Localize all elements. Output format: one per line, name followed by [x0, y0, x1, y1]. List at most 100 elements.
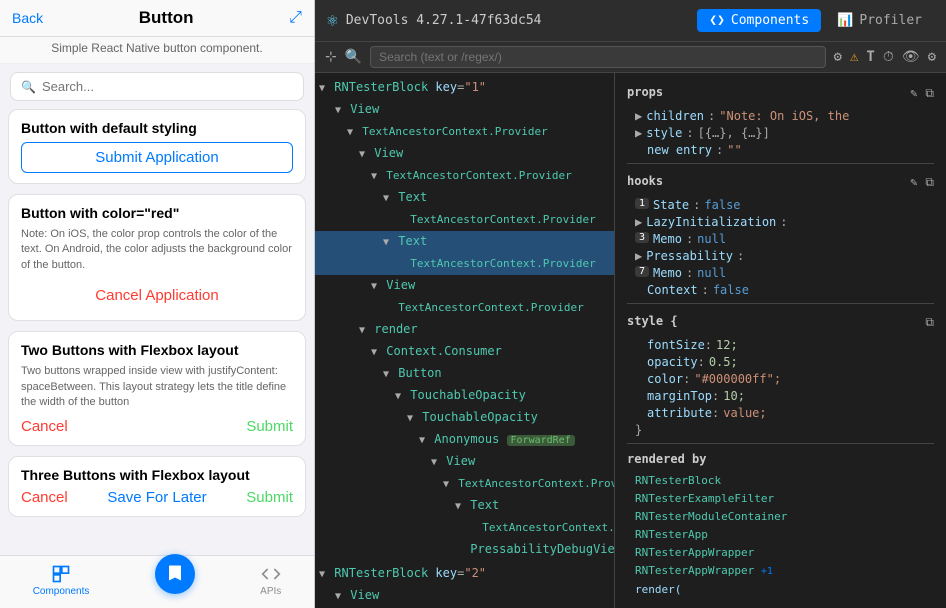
hook-num-7: 7	[635, 266, 649, 277]
tree-node-view-1[interactable]: ▼ View	[315, 99, 614, 121]
submit-button-flex[interactable]: Submit	[246, 418, 293, 435]
section-title-2: Button with color="red"	[21, 205, 293, 221]
search-toolbar-icon[interactable]: 🔍	[345, 49, 362, 65]
hook-val-memo7: null	[697, 266, 726, 280]
devtools-search-input[interactable]	[370, 46, 825, 68]
flexbox-row-3: Cancel Save For Later Submit	[21, 489, 293, 506]
section-desc-2: Note: On iOS, the color prop controls th…	[21, 227, 293, 273]
hook-key-pressability: Pressability	[646, 249, 733, 263]
warning-icon[interactable]: ⚠	[850, 49, 858, 65]
style-opacity: opacity : 0.5;	[627, 355, 934, 369]
submit-button-3[interactable]: Submit	[246, 489, 293, 506]
hook-memo-3: 3 Memo : null	[627, 232, 934, 246]
tree-node-textancestor-inner[interactable]: ▼ TextAncestorContext.Provider	[315, 473, 614, 495]
prop-children: ▶ children : "Note: On iOS, the	[627, 109, 934, 123]
clipboard-hooks-icon[interactable]: ⧉	[925, 175, 934, 190]
style-key-color: color	[647, 372, 683, 386]
tree-node-rntesterblock-2[interactable]: ▼ RNTesterBlock key="2"	[315, 563, 614, 585]
style-close-brace: }	[627, 423, 934, 437]
tree-node-view-bottom[interactable]: ▼ View	[315, 585, 614, 607]
tree-node-render[interactable]: ▼ render	[315, 319, 614, 341]
rendered-item-4[interactable]: RNTesterApp	[627, 526, 934, 544]
rendered-item-1[interactable]: RNTesterBlock	[627, 472, 934, 490]
back-button[interactable]: Back	[12, 10, 43, 26]
bookmark-center[interactable]	[155, 564, 195, 604]
rendered-item-6[interactable]: RNTesterAppWrapper +1	[627, 562, 934, 581]
tree-node-textancestor-deepest[interactable]: TextAncestorContext.Provider	[315, 517, 614, 539]
tab-components-devtools[interactable]: ❮❯ Components	[697, 9, 821, 32]
prop-edit-icons: ✎ ⧉	[910, 86, 934, 101]
tree-node-context-consumer[interactable]: ▼ Context.Consumer	[315, 341, 614, 363]
tab-apis-label: APIs	[260, 586, 281, 597]
hook-key-lazyinit: LazyInitialization	[646, 215, 776, 229]
hook-num-3: 3	[635, 232, 649, 243]
tree-node-view-anon[interactable]: ▼ View	[315, 451, 614, 473]
tree-node-button[interactable]: ▼ Button	[315, 363, 614, 385]
tree-node-view-3[interactable]: ▼ View	[315, 275, 614, 297]
prop-expand-arrow[interactable]: ▶	[635, 109, 642, 123]
prop-val-children: "Note: On iOS, the	[719, 109, 849, 123]
tree-node-textancestor-1[interactable]: ▼ TextAncestorContext.Provider	[315, 121, 614, 143]
rendered-item-2[interactable]: RNTesterExampleFilter	[627, 490, 934, 508]
prop-style: ▶ style : [{…}, {…}]	[627, 126, 934, 140]
copy-hooks-icon[interactable]: ✎	[910, 175, 917, 190]
rendered-render-link[interactable]: render(	[627, 581, 934, 599]
copy-style-icon[interactable]: ⧉	[925, 315, 934, 330]
submit-application-button[interactable]: Submit Application	[21, 142, 293, 173]
eye-icon[interactable]: 👁	[902, 49, 920, 65]
gear-icon[interactable]: ⚙	[928, 49, 936, 65]
tree-node-rntesterblock-1[interactable]: ▼ RNTesterBlock key="1"	[315, 77, 614, 99]
style-separator	[627, 303, 934, 304]
tree-arrow[interactable]: ▼	[319, 83, 325, 94]
tab-profiler-devtools[interactable]: 📊 Profiler	[825, 9, 934, 32]
react-logo-icon: ⚛	[327, 10, 338, 31]
tree-node-pressability-debug[interactable]: PressabilityDebugView	[315, 539, 614, 561]
search-icon: 🔍	[21, 80, 36, 94]
hook-num-1: 1	[635, 198, 649, 209]
clipboard-icon[interactable]: ⧉	[925, 86, 934, 101]
tree-node-textancestor-3[interactable]: TextAncestorContext.Provider	[315, 209, 614, 231]
tree-node-text-1[interactable]: ▼ Text	[315, 187, 614, 209]
prop-val-style: [{…}, {…}]	[698, 126, 770, 140]
tree-node-touchableopacity-2[interactable]: ▼ TouchableOpacity	[315, 407, 614, 429]
hooks-header: hooks ✎ ⧉	[627, 170, 934, 194]
clock-icon[interactable]: ⏱	[883, 49, 894, 65]
profiler-tab-label: Profiler	[859, 13, 922, 28]
search-input[interactable]	[42, 79, 293, 94]
tree-node-touchableopacity-1[interactable]: ▼ TouchableOpacity	[315, 385, 614, 407]
tree-node-textancestor-5[interactable]: TextAncestorContext.Provider	[315, 297, 614, 319]
style-key-opacity: opacity	[647, 355, 698, 369]
save-for-later-button[interactable]: Save For Later	[107, 489, 206, 506]
cancel-button-3[interactable]: Cancel	[21, 489, 68, 506]
tab-components[interactable]: Components	[33, 564, 90, 604]
rendered-badge: +1	[761, 566, 773, 577]
tab-apis[interactable]: APIs	[260, 564, 281, 604]
expand-icon[interactable]: ⤢	[289, 9, 302, 27]
rendered-item-5[interactable]: RNTesterAppWrapper	[627, 544, 934, 562]
copy-props-icon[interactable]: ✎	[910, 86, 917, 101]
style-font-size: fontSize : 12;	[627, 338, 934, 352]
section-two-flexbox: Two Buttons with Flexbox layout Two butt…	[8, 331, 306, 446]
bookmark-button[interactable]	[155, 554, 195, 594]
rendered-by-title: rendered by	[627, 452, 934, 466]
code-icon	[261, 564, 281, 584]
tree-node-text-inner[interactable]: ▼ Text	[315, 495, 614, 517]
tree-node-anonymous[interactable]: ▼ Anonymous ForwardRef	[315, 429, 614, 451]
props-separator	[627, 163, 934, 164]
settings-icon[interactable]: ⚙	[834, 49, 842, 65]
search-bar: 🔍	[10, 72, 304, 101]
components-icon	[51, 564, 71, 584]
hooks-edit-icons: ✎ ⧉	[910, 175, 934, 190]
cancel-button-flex[interactable]: Cancel	[21, 418, 68, 435]
style-val-fontsize: 12;	[716, 338, 738, 352]
text-inspect-icon[interactable]: T	[866, 49, 874, 65]
cursor-icon[interactable]: ⊹	[325, 49, 337, 65]
tree-node-textancestor-4-highlighted[interactable]: TextAncestorContext.Provider	[315, 253, 614, 275]
hook-lazyinit: ▶ LazyInitialization :	[627, 215, 934, 229]
tree-node-view-2[interactable]: ▼ View	[315, 143, 614, 165]
section-title-4: Three Buttons with Flexbox layout	[21, 467, 293, 483]
rendered-item-3[interactable]: RNTesterModuleContainer	[627, 508, 934, 526]
tree-node-text-2-highlighted[interactable]: ▼ Text	[315, 231, 614, 253]
cancel-application-button[interactable]: Cancel Application	[21, 281, 293, 310]
tree-node-textancestor-2[interactable]: ▼ TextAncestorContext.Provider	[315, 165, 614, 187]
